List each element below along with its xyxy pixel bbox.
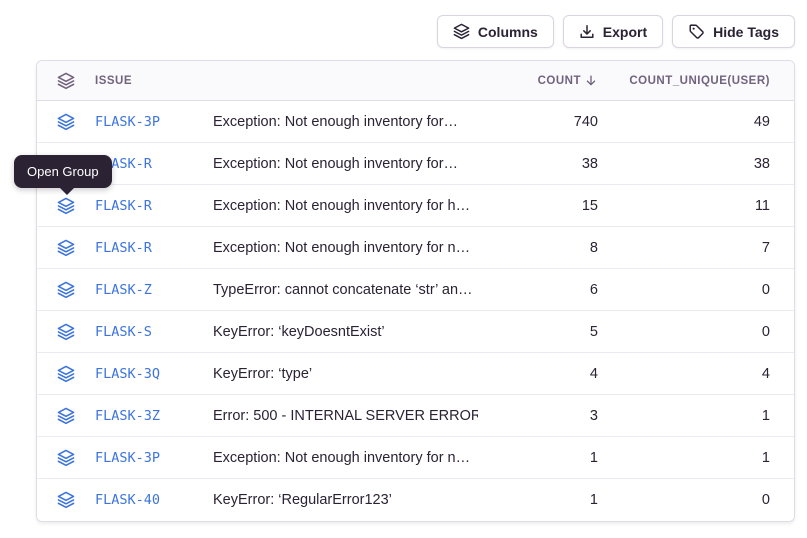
issue-link[interactable]: FLASK-3P bbox=[95, 450, 160, 466]
issue-id-cell: FLASK-Z bbox=[95, 281, 213, 299]
issue-link[interactable]: FLASK-3P bbox=[95, 114, 160, 130]
issue-title: Error: 500 - INTERNAL SERVER ERROR bbox=[213, 408, 478, 424]
count-value: 8 bbox=[478, 240, 598, 256]
issue-title: Exception: Not enough inventory for n… bbox=[213, 450, 478, 466]
issue-title: Exception: Not enough inventory for… bbox=[213, 114, 478, 130]
count-unique-value: 0 bbox=[598, 492, 770, 508]
issue-title: Exception: Not enough inventory for n… bbox=[213, 240, 478, 256]
column-header-issue[interactable]: ISSUE bbox=[95, 75, 478, 87]
issue-id-cell: FLASK-3P bbox=[95, 449, 213, 467]
table-header: ISSUE COUNT COUNT_UNIQUE(USER) bbox=[37, 61, 794, 101]
export-button-label: Export bbox=[603, 24, 647, 40]
issue-title: KeyError: ‘type’ bbox=[213, 366, 478, 382]
issue-id-cell: FLASK-R bbox=[95, 155, 213, 173]
column-header-count-unique[interactable]: COUNT_UNIQUE(USER) bbox=[598, 75, 770, 87]
columns-button[interactable]: Columns bbox=[437, 15, 554, 48]
issue-title: KeyError: ‘keyDoesntExist’ bbox=[213, 324, 478, 340]
open-group-stack-icon[interactable] bbox=[57, 239, 75, 257]
count-unique-value: 0 bbox=[598, 282, 770, 298]
sort-desc-arrow-icon bbox=[584, 73, 598, 88]
issue-link[interactable]: FLASK-R bbox=[95, 198, 152, 214]
column-header-count-unique-label: COUNT_UNIQUE(USER) bbox=[629, 75, 770, 87]
open-group-stack-icon[interactable] bbox=[57, 365, 75, 383]
row-icon-cell bbox=[37, 323, 95, 341]
table-row: FLASK-S KeyError: ‘keyDoesntExist’ 5 0 bbox=[37, 311, 794, 353]
issue-id-cell: FLASK-3P bbox=[95, 113, 213, 131]
count-unique-value: 0 bbox=[598, 324, 770, 340]
row-icon-cell bbox=[37, 281, 95, 299]
table-row: FLASK-3P Exception: Not enough inventory… bbox=[37, 101, 794, 143]
issue-link[interactable]: FLASK-3Q bbox=[95, 366, 160, 382]
results-table: ISSUE COUNT COUNT_UNIQUE(USER) FLASK-3P … bbox=[36, 60, 795, 522]
count-value: 1 bbox=[478, 492, 598, 508]
open-group-stack-icon[interactable] bbox=[57, 491, 75, 509]
download-icon bbox=[579, 24, 595, 40]
issue-id-cell: FLASK-R bbox=[95, 197, 213, 215]
issue-id-cell: FLASK-40 bbox=[95, 491, 213, 509]
count-value: 740 bbox=[478, 114, 598, 130]
row-icon-cell bbox=[37, 365, 95, 383]
issue-id-cell: FLASK-S bbox=[95, 323, 213, 341]
count-value: 38 bbox=[478, 156, 598, 172]
row-icon-cell bbox=[37, 407, 95, 425]
table-row: FLASK-3P Exception: Not enough inventory… bbox=[37, 437, 794, 479]
open-group-stack-icon[interactable] bbox=[57, 113, 75, 131]
table-row: FLASK-Z TypeError: cannot concatenate ‘s… bbox=[37, 269, 794, 311]
tag-icon bbox=[688, 23, 705, 40]
count-value: 5 bbox=[478, 324, 598, 340]
issue-title: Exception: Not enough inventory for h… bbox=[213, 198, 478, 214]
table-row: FLASK-3Q KeyError: ‘type’ 4 4 bbox=[37, 353, 794, 395]
open-group-tooltip-label: Open Group bbox=[27, 164, 99, 179]
open-group-stack-icon[interactable] bbox=[57, 323, 75, 341]
row-icon-cell bbox=[37, 449, 95, 467]
toolbar: Columns Export Hide Tags bbox=[437, 15, 795, 48]
open-group-stack-icon[interactable] bbox=[57, 449, 75, 467]
count-unique-value: 1 bbox=[598, 408, 770, 424]
column-header-issue-label: ISSUE bbox=[95, 75, 132, 87]
count-value: 4 bbox=[478, 366, 598, 382]
table-row: FLASK-R Exception: Not enough inventory … bbox=[37, 185, 794, 227]
issue-link[interactable]: FLASK-R bbox=[95, 240, 152, 256]
count-value: 6 bbox=[478, 282, 598, 298]
row-icon-cell bbox=[37, 491, 95, 509]
count-value: 1 bbox=[478, 450, 598, 466]
count-unique-value: 11 bbox=[598, 198, 770, 214]
issue-id-cell: FLASK-3Z bbox=[95, 407, 213, 425]
count-value: 15 bbox=[478, 198, 598, 214]
table-row: FLASK-R Exception: Not enough inventory … bbox=[37, 143, 794, 185]
issue-title: TypeError: cannot concatenate ‘str’ an… bbox=[213, 282, 478, 298]
row-icon-cell bbox=[37, 239, 95, 257]
issue-link[interactable]: FLASK-S bbox=[95, 324, 152, 340]
count-unique-value: 49 bbox=[598, 114, 770, 130]
count-unique-value: 7 bbox=[598, 240, 770, 256]
export-button[interactable]: Export bbox=[563, 15, 663, 48]
count-value: 3 bbox=[478, 408, 598, 424]
table-row: FLASK-3Z Error: 500 - INTERNAL SERVER ER… bbox=[37, 395, 794, 437]
issue-link[interactable]: FLASK-3Z bbox=[95, 408, 160, 424]
count-unique-value: 1 bbox=[598, 450, 770, 466]
issue-title: Exception: Not enough inventory for… bbox=[213, 156, 478, 172]
count-unique-value: 4 bbox=[598, 366, 770, 382]
issue-link[interactable]: FLASK-Z bbox=[95, 282, 152, 298]
count-unique-value: 38 bbox=[598, 156, 770, 172]
open-group-stack-icon[interactable] bbox=[57, 281, 75, 299]
issue-id-cell: FLASK-3Q bbox=[95, 365, 213, 383]
hide-tags-button[interactable]: Hide Tags bbox=[672, 15, 795, 48]
table-row: FLASK-40 KeyError: ‘RegularError123’ 1 0 bbox=[37, 479, 794, 521]
issue-title: KeyError: ‘RegularError123’ bbox=[213, 492, 478, 508]
column-header-count-label: COUNT bbox=[538, 75, 581, 87]
row-icon-cell bbox=[37, 113, 95, 131]
column-header-count[interactable]: COUNT bbox=[478, 73, 598, 88]
issue-id-cell: FLASK-R bbox=[95, 239, 213, 257]
columns-button-label: Columns bbox=[478, 24, 538, 40]
open-group-tooltip: Open Group bbox=[14, 155, 112, 188]
table-row: FLASK-R Exception: Not enough inventory … bbox=[37, 227, 794, 269]
table-body: FLASK-3P Exception: Not enough inventory… bbox=[37, 101, 794, 521]
header-stack-icon bbox=[37, 72, 95, 90]
open-group-stack-icon[interactable] bbox=[57, 407, 75, 425]
issue-link[interactable]: FLASK-40 bbox=[95, 492, 160, 508]
hide-tags-button-label: Hide Tags bbox=[713, 24, 779, 40]
stack-icon bbox=[453, 23, 470, 40]
